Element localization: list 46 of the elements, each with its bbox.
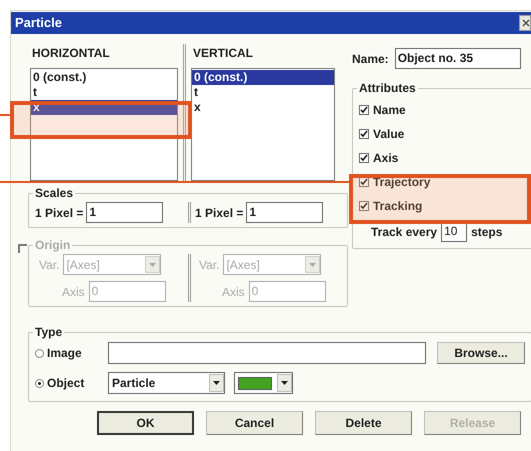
checkbox-label: Name	[373, 102, 406, 119]
checkbox[interactable]	[359, 129, 369, 139]
column-heading: HORIZONTAL	[31, 45, 110, 62]
field-label: steps	[471, 224, 502, 240]
input-field[interactable]: Object no. 35	[394, 48, 521, 69]
group-title: Type	[34, 324, 64, 341]
column-heading: VERTICAL	[192, 45, 253, 62]
input-field[interactable]: 10	[441, 221, 468, 242]
checkbox-label: Tracking	[373, 198, 422, 215]
field-label: 1 Pixel =	[35, 204, 84, 222]
list-item[interactable]: 0 (const.)	[31, 70, 177, 85]
window-title: Particle	[15, 14, 62, 32]
checkbox-label: Value	[373, 126, 404, 143]
input-field[interactable]: 1	[246, 202, 324, 223]
list-box[interactable]: 0 (const.) t x	[191, 68, 335, 181]
dialog-button[interactable]: OK	[97, 411, 194, 435]
field-label: Axis	[222, 284, 245, 300]
dialog-button[interactable]: Delete	[315, 411, 412, 435]
list-item[interactable]: x	[192, 100, 334, 115]
input-field[interactable]: 1	[86, 202, 164, 223]
dialog-button[interactable]: Cancel	[206, 411, 303, 435]
checkbox[interactable]	[359, 201, 369, 211]
dropdown[interactable]: Particle	[108, 372, 225, 394]
group-title: Origin	[34, 237, 72, 254]
checkbox[interactable]	[359, 153, 369, 163]
checkbox[interactable]	[359, 105, 369, 115]
field-label: Var.	[39, 256, 60, 274]
field-label: Track every	[371, 224, 438, 240]
list-item[interactable]: 0 (const.)	[192, 70, 334, 85]
field-label: 1 Pixel =	[195, 204, 244, 222]
field-label: Axis	[62, 284, 85, 300]
radio-label: Object	[47, 375, 86, 392]
color-picker[interactable]	[234, 372, 293, 394]
checkbox-label: Trajectory	[373, 174, 430, 191]
checkbox[interactable]	[359, 177, 369, 187]
field-label: Var.	[199, 256, 220, 274]
field-label: Name:	[352, 50, 389, 68]
list-item[interactable]: t	[192, 85, 334, 100]
close-icon[interactable]	[519, 15, 531, 31]
browse-button[interactable]: Browse...	[437, 342, 525, 364]
checkbox-label: Axis	[373, 150, 398, 167]
group-title: Attributes	[358, 80, 417, 97]
group-title: Scales	[34, 185, 74, 202]
list-item[interactable]: t	[31, 85, 177, 100]
radio-label: Image	[47, 345, 83, 362]
input-field[interactable]	[108, 342, 426, 364]
